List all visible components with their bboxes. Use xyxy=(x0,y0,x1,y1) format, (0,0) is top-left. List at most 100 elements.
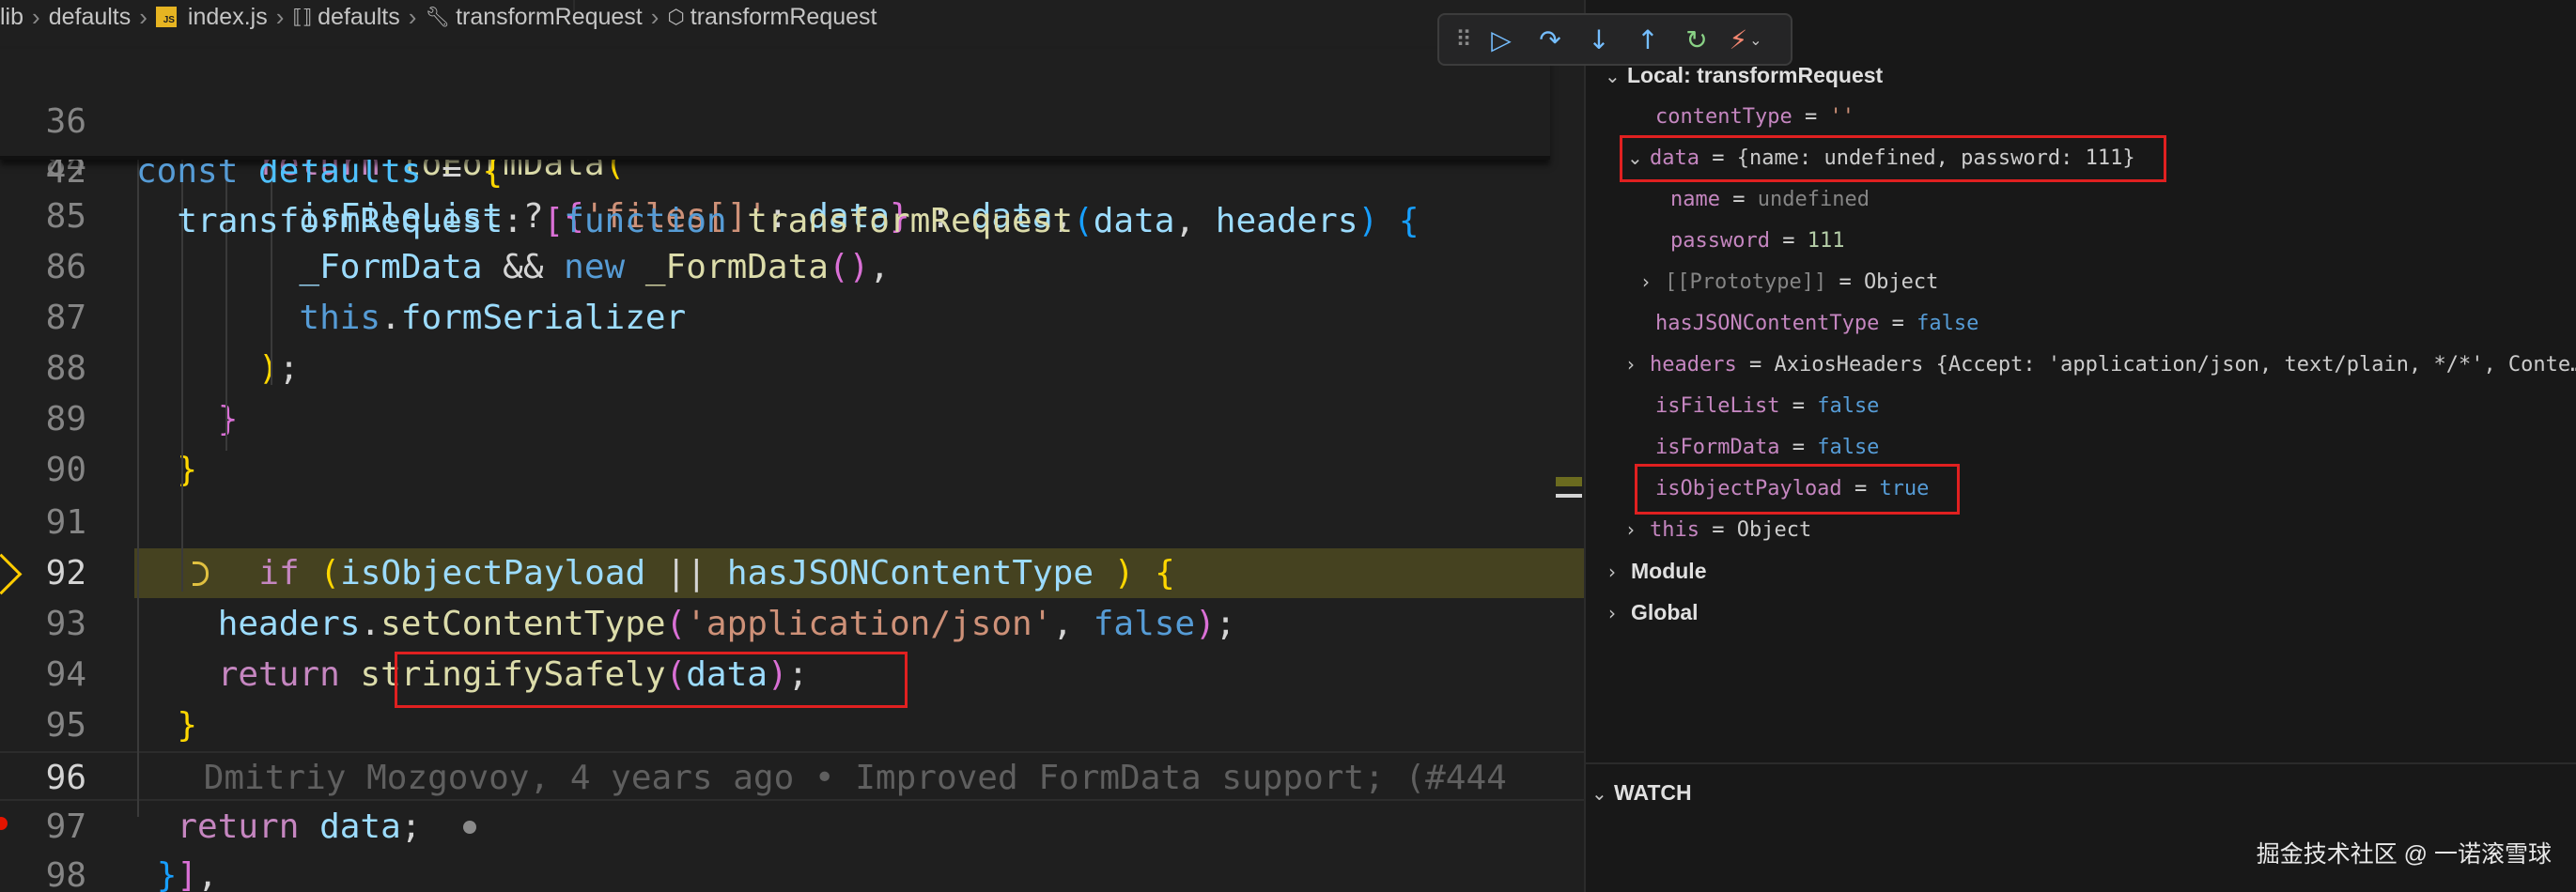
code-token: { xyxy=(1155,554,1175,592)
watch-section-header[interactable]: ⌄ WATCH xyxy=(1591,772,1692,813)
sticky-line-36[interactable]: 36 const defaults = { xyxy=(0,47,1550,191)
variable-hasjsoncontenttype[interactable]: hasJSONContentType = false xyxy=(1655,302,1979,344)
code-token: _FormData xyxy=(644,248,829,286)
variable-contenttype[interactable]: contentType = '' xyxy=(1655,96,1854,137)
code-token: , xyxy=(1174,202,1216,240)
variable-this[interactable]: › this = Object xyxy=(1627,509,1811,550)
variables-panel: ⌄ Local: transformRequest contentType = '… xyxy=(1584,0,2576,892)
code-token: { xyxy=(1398,202,1420,240)
code-token: ( xyxy=(665,605,687,643)
code-editor[interactable]: lib › defaults › JS index.js › ⟦⟧ defaul… xyxy=(0,0,1584,892)
code-line-96[interactable]: 96 Dmitriy Mozgovoy, 4 years ago • Impro… xyxy=(0,751,1584,801)
chevron-right-icon: › xyxy=(1608,561,1616,583)
code-text: } xyxy=(136,700,197,750)
code-token: return xyxy=(217,655,361,694)
scope-module[interactable]: › Module xyxy=(1608,550,1707,592)
sticky-line-42[interactable]: 42 transformRequest: [function transform… xyxy=(0,97,1550,240)
step-out-icon[interactable]: ↑ xyxy=(1623,19,1672,60)
breadcrumb-item-defaults-symbol[interactable]: ⟦⟧ defaults xyxy=(292,4,399,31)
breadcrumb-item-lib[interactable]: lib xyxy=(0,4,23,31)
restart-icon[interactable]: ↻ xyxy=(1672,19,1721,60)
code-token: data xyxy=(1093,202,1175,240)
code-line-87[interactable]: 87 this.formSerializer xyxy=(0,293,1584,343)
breadcrumb-item-defaults-folder[interactable]: defaults xyxy=(49,4,132,31)
code-text: } xyxy=(136,394,239,444)
code-token: : xyxy=(503,202,544,240)
code-text: }], xyxy=(136,851,218,892)
breadcrumb-item-transformrequest-function[interactable]: ⬡ transformRequest xyxy=(667,4,877,31)
code-token: isObjectPayload xyxy=(340,554,646,592)
code-token: , xyxy=(197,856,218,892)
code-line-88[interactable]: 88 ); xyxy=(0,344,1584,393)
code-line-90[interactable]: 90 } xyxy=(0,445,1584,495)
watermark: 掘金技术社区 @ 一诺滚雪球 xyxy=(2256,841,2552,868)
code-token: hasJSONContentType xyxy=(726,554,1094,592)
line-number: 96 xyxy=(45,759,86,797)
code-token: if xyxy=(258,554,320,592)
line-number: 87 xyxy=(45,299,86,337)
chevron-right-icon: › xyxy=(32,2,40,31)
code-line-86[interactable]: 86 _FormData && new _FormData(), xyxy=(0,242,1584,292)
variable-data-password[interactable]: password = 111 xyxy=(1670,220,1844,261)
chevron-right-icon: › xyxy=(1642,270,1650,293)
code-token: ] xyxy=(177,856,198,892)
code-token: ) xyxy=(1358,202,1379,240)
variable-isfilelist[interactable]: isFileList = false xyxy=(1655,385,1879,426)
code-text: headers.setContentType('application/json… xyxy=(136,599,1236,649)
code-line-92[interactable]: 92 if (isObjectPayload || hasJSONContent… xyxy=(0,548,1584,598)
code-line-91[interactable]: 91 xyxy=(0,498,1584,547)
line-number: 95 xyxy=(45,706,86,745)
drag-handle-icon[interactable]: ⠿ xyxy=(1451,19,1477,60)
chevron-down-icon: ⌄ xyxy=(1591,782,1607,805)
step-into-icon[interactable]: ↓ xyxy=(1575,19,1623,60)
code-token: } xyxy=(156,856,178,892)
minimap-scroll-marker[interactable] xyxy=(1556,494,1582,498)
code-token: this xyxy=(299,299,381,337)
code-token: formSerializer xyxy=(400,299,687,337)
sticky-scroll-header[interactable]: 36 const defaults = { 42 transformReques… xyxy=(0,47,1550,240)
code-text: _FormData && new _FormData(), xyxy=(136,242,890,292)
code-line-89[interactable]: 89 } xyxy=(0,394,1584,444)
code-line-93[interactable]: 93 headers.setContentType('application/j… xyxy=(0,599,1584,649)
breadcrumb-item-index-js[interactable]: JS index.js xyxy=(155,4,268,31)
breadcrumb-item-transformrequest-property[interactable]: 🔧︎ transformRequest xyxy=(425,4,642,31)
code-token: transformRequest xyxy=(177,202,504,240)
code-token: } xyxy=(177,451,198,489)
chevron-right-icon: › xyxy=(1627,518,1635,541)
code-token: } xyxy=(177,706,198,745)
step-over-icon[interactable]: ↷ xyxy=(1526,19,1575,60)
scope-global[interactable]: › Global xyxy=(1608,592,1699,633)
code-token: && xyxy=(482,248,565,286)
git-blame-annotation: Dmitriy Mozgovoy, 4 years ago • Improved… xyxy=(122,753,1507,803)
variable-data-prototype[interactable]: › [[Prototype]] = Object xyxy=(1642,261,1938,302)
line-number: 91 xyxy=(45,503,86,542)
line-number: 94 xyxy=(45,655,86,694)
cube-icon: ⬡ xyxy=(667,6,685,28)
inline-position-dot-icon xyxy=(463,821,476,834)
continue-icon[interactable]: ▷ xyxy=(1477,19,1526,60)
line-number: 88 xyxy=(45,349,86,388)
code-token: headers xyxy=(1215,202,1358,240)
code-token: ) xyxy=(258,349,279,388)
indent-guide xyxy=(137,160,139,817)
code-line-97[interactable]: 97 return data; xyxy=(0,802,1584,852)
code-token: . xyxy=(380,299,401,337)
variable-data-name[interactable]: name = undefined xyxy=(1670,178,1870,220)
section-divider xyxy=(1586,762,2576,764)
code-token: ( xyxy=(319,554,341,592)
variable-headers[interactable]: › headers = AxiosHeaders {Accept: 'applic… xyxy=(1627,344,2576,385)
variable-isformdata[interactable]: isFormData = false xyxy=(1655,426,1879,468)
chevron-right-icon: › xyxy=(139,2,147,31)
code-text: const defaults = { xyxy=(136,146,503,196)
code-line-98[interactable]: 98 }], xyxy=(0,851,1584,892)
disconnect-icon[interactable]: ⚡ ⌄ xyxy=(1721,19,1770,60)
chevron-right-icon: › xyxy=(650,2,660,31)
code-token: Dmitriy Mozgovoy, 4 years ago • Improved… xyxy=(122,759,1507,797)
